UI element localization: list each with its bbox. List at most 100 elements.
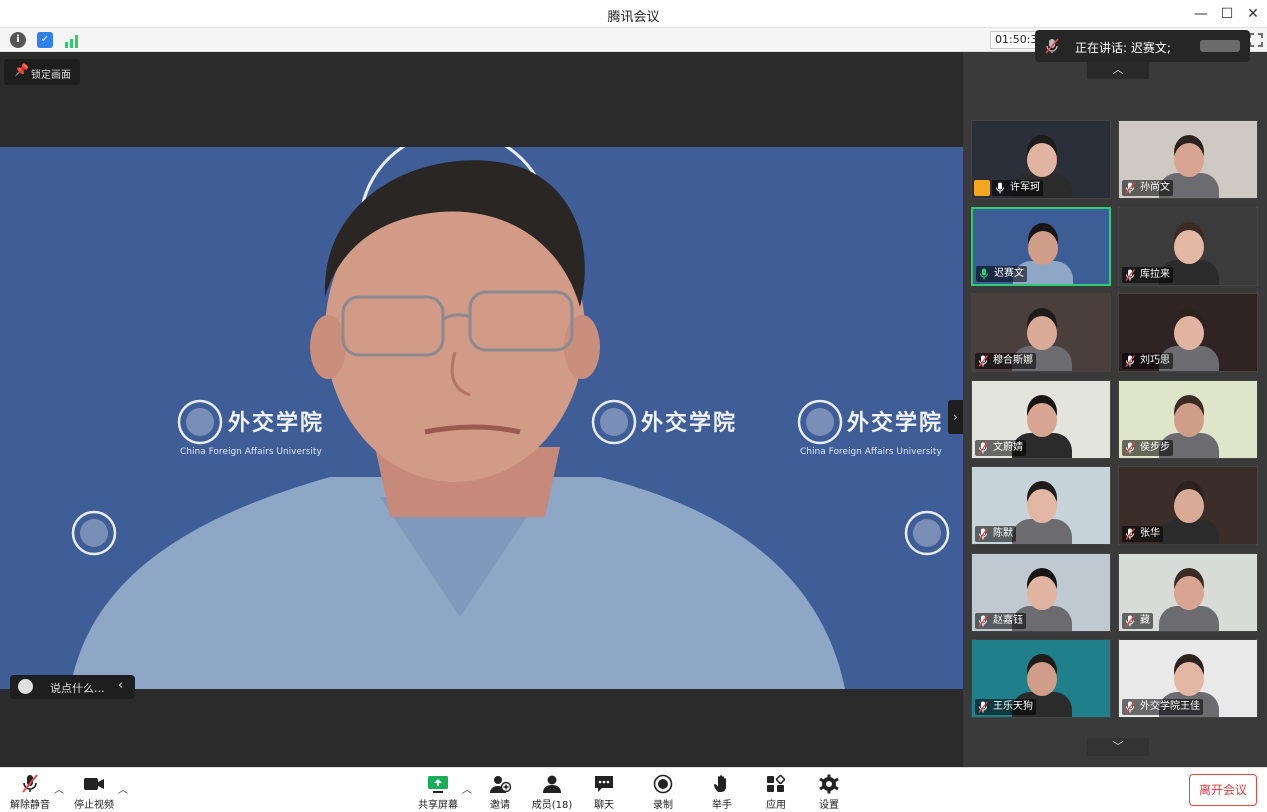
members-label: 成员(18) bbox=[531, 800, 573, 811]
speaking-names-redacted bbox=[1200, 40, 1240, 52]
apps-button[interactable]: 应用 bbox=[746, 772, 806, 811]
participant-tile[interactable]: 刘巧思 bbox=[1118, 293, 1258, 372]
shield-icon[interactable]: ✓ bbox=[37, 32, 53, 48]
participant-face bbox=[1027, 143, 1057, 177]
raise-hand-button[interactable]: 举手 bbox=[692, 772, 752, 811]
participant-face bbox=[1174, 489, 1204, 523]
participant-face bbox=[1028, 230, 1058, 265]
muted-mic-icon bbox=[1125, 528, 1135, 540]
invite-button[interactable]: 邀请 bbox=[470, 772, 530, 811]
speaking-text: 正在讲话: 迟赛文; bbox=[1075, 41, 1171, 55]
lock-view-button[interactable]: 📌 锁定画面 bbox=[4, 59, 80, 85]
participant-name: 刘巧思 bbox=[1140, 355, 1170, 366]
participant-face bbox=[1174, 575, 1204, 610]
participant-name-tag: 迟赛文 bbox=[976, 265, 1027, 282]
participant-tile[interactable]: 许军珂 bbox=[971, 120, 1111, 199]
participant-tile[interactable]: 孙尚文 bbox=[1118, 120, 1258, 199]
participant-name-tag: 外交学院王佳 bbox=[1122, 699, 1203, 715]
title-bar: 腾讯会议 — ☐ ✕ bbox=[0, 0, 1267, 28]
emoji-icon[interactable] bbox=[18, 679, 33, 694]
scroll-up-button[interactable]: ︿ bbox=[1087, 61, 1149, 79]
unmute-button[interactable]: 解除静音 bbox=[0, 772, 60, 811]
participant-name: 许军珂 bbox=[1010, 182, 1040, 193]
participant-tile[interactable]: 侯步步 bbox=[1118, 379, 1258, 459]
muted-mic-icon bbox=[978, 614, 988, 627]
muted-mic-icon bbox=[1125, 614, 1135, 627]
participant-tile[interactable]: 迟赛文 bbox=[971, 206, 1111, 286]
participant-face bbox=[1027, 575, 1057, 610]
settings-button[interactable]: 设置 bbox=[799, 772, 859, 811]
leave-meeting-button[interactable]: 离开会议 bbox=[1189, 774, 1257, 806]
fullscreen-icon[interactable] bbox=[1249, 32, 1263, 47]
participant-tile[interactable]: 库拉来 bbox=[1118, 206, 1258, 286]
participant-panel: ︿ 许军珂 孙尚文迟赛文 库拉来穆合斯娜 刘巧思文蔚婧 侯步步陈默 张华赵嘉钰 藏王乐天狗 外… bbox=[963, 52, 1267, 767]
mic-icon bbox=[996, 182, 1004, 194]
video-options-caret-icon[interactable]: ︿ bbox=[118, 781, 128, 796]
participant-tile[interactable]: 藏 bbox=[1118, 552, 1258, 632]
participant-name: 侯步步 bbox=[1140, 441, 1170, 453]
participant-name-tag: 陈默 bbox=[975, 526, 1016, 542]
muted-mic-icon bbox=[978, 528, 988, 540]
participant-name: 库拉来 bbox=[1140, 268, 1170, 280]
chat-quick-input[interactable]: 说点什么... ‹ bbox=[10, 675, 135, 699]
participant-name: 张华 bbox=[1140, 528, 1160, 539]
participant-name: 穆合斯娜 bbox=[993, 355, 1033, 366]
muted-mic-icon bbox=[1125, 355, 1135, 367]
muted-mic-icon bbox=[1125, 182, 1135, 194]
members-button[interactable]: 成员(18) bbox=[522, 772, 582, 811]
apps-icon bbox=[767, 774, 786, 792]
participant-name: 陈默 bbox=[993, 528, 1013, 539]
participant-name: 迟赛文 bbox=[994, 267, 1024, 279]
info-icon[interactable]: i bbox=[10, 32, 26, 48]
chevron-left-icon[interactable]: ‹ bbox=[118, 678, 123, 693]
speaking-indicator: 正在讲话: 迟赛文; bbox=[1035, 30, 1250, 62]
participant-name: 赵嘉钰 bbox=[993, 614, 1023, 626]
participant-name-tag: 赵嘉钰 bbox=[975, 612, 1026, 629]
participant-tile[interactable]: 王乐天狗 bbox=[971, 639, 1111, 718]
participant-name: 文蔚婧 bbox=[993, 441, 1023, 453]
share-screen-icon bbox=[428, 776, 448, 793]
share-screen-label: 共享屏幕 bbox=[418, 800, 458, 811]
add-user-icon bbox=[490, 776, 511, 793]
participant-face bbox=[1174, 662, 1204, 696]
participant-face bbox=[1027, 402, 1057, 437]
participant-name-tag: 侯步步 bbox=[1122, 439, 1173, 456]
camera-icon bbox=[84, 778, 104, 790]
share-screen-button[interactable]: 共享屏幕 bbox=[408, 772, 468, 811]
stop-video-label: 停止视频 bbox=[74, 800, 114, 811]
participant-face bbox=[1027, 662, 1057, 696]
participant-tile[interactable]: 陈默 bbox=[971, 466, 1111, 545]
members-icon bbox=[543, 775, 561, 793]
participant-name: 外交学院王佳 bbox=[1140, 701, 1200, 712]
participant-tile[interactable]: 外交学院王佳 bbox=[1118, 639, 1258, 718]
chat-icon bbox=[595, 776, 613, 792]
participant-name-tag: 张华 bbox=[1122, 526, 1163, 542]
participant-name-tag: 王乐天狗 bbox=[975, 699, 1036, 715]
hand-icon bbox=[714, 775, 726, 792]
maximize-button[interactable]: ☐ bbox=[1216, 4, 1238, 24]
participant-tile[interactable]: 赵嘉钰 bbox=[971, 552, 1111, 632]
backdrop-logo-2: 外交学院 bbox=[641, 411, 738, 436]
signal-icon[interactable] bbox=[64, 33, 80, 48]
minimize-button[interactable]: — bbox=[1190, 4, 1212, 24]
participant-tile[interactable]: 文蔚婧 bbox=[971, 379, 1111, 459]
settings-label: 设置 bbox=[819, 800, 839, 811]
close-button[interactable]: ✕ bbox=[1242, 4, 1264, 24]
meeting-timer: 01:50:3 bbox=[990, 31, 1040, 49]
backdrop-logo-en-3: China Foreign Affairs University bbox=[800, 447, 942, 457]
record-icon bbox=[653, 774, 673, 794]
host-avatar-icon bbox=[974, 180, 990, 196]
collapse-panel-button[interactable]: › bbox=[948, 400, 963, 434]
raise-hand-label: 举手 bbox=[712, 800, 732, 811]
record-button[interactable]: 录制 bbox=[633, 772, 693, 811]
audio-options-caret-icon[interactable]: ︿ bbox=[54, 781, 64, 796]
invite-label: 邀请 bbox=[490, 800, 510, 811]
chat-placeholder: 说点什么... bbox=[50, 682, 105, 695]
chat-button[interactable]: 聊天 bbox=[574, 772, 634, 811]
chat-label: 聊天 bbox=[594, 800, 614, 811]
stop-video-button[interactable]: 停止视频 bbox=[64, 772, 124, 811]
window-title: 腾讯会议 bbox=[607, 10, 660, 25]
scroll-down-button[interactable]: ﹀ bbox=[1087, 738, 1149, 756]
participant-tile[interactable]: 张华 bbox=[1118, 466, 1258, 545]
participant-tile[interactable]: 穆合斯娜 bbox=[971, 293, 1111, 372]
